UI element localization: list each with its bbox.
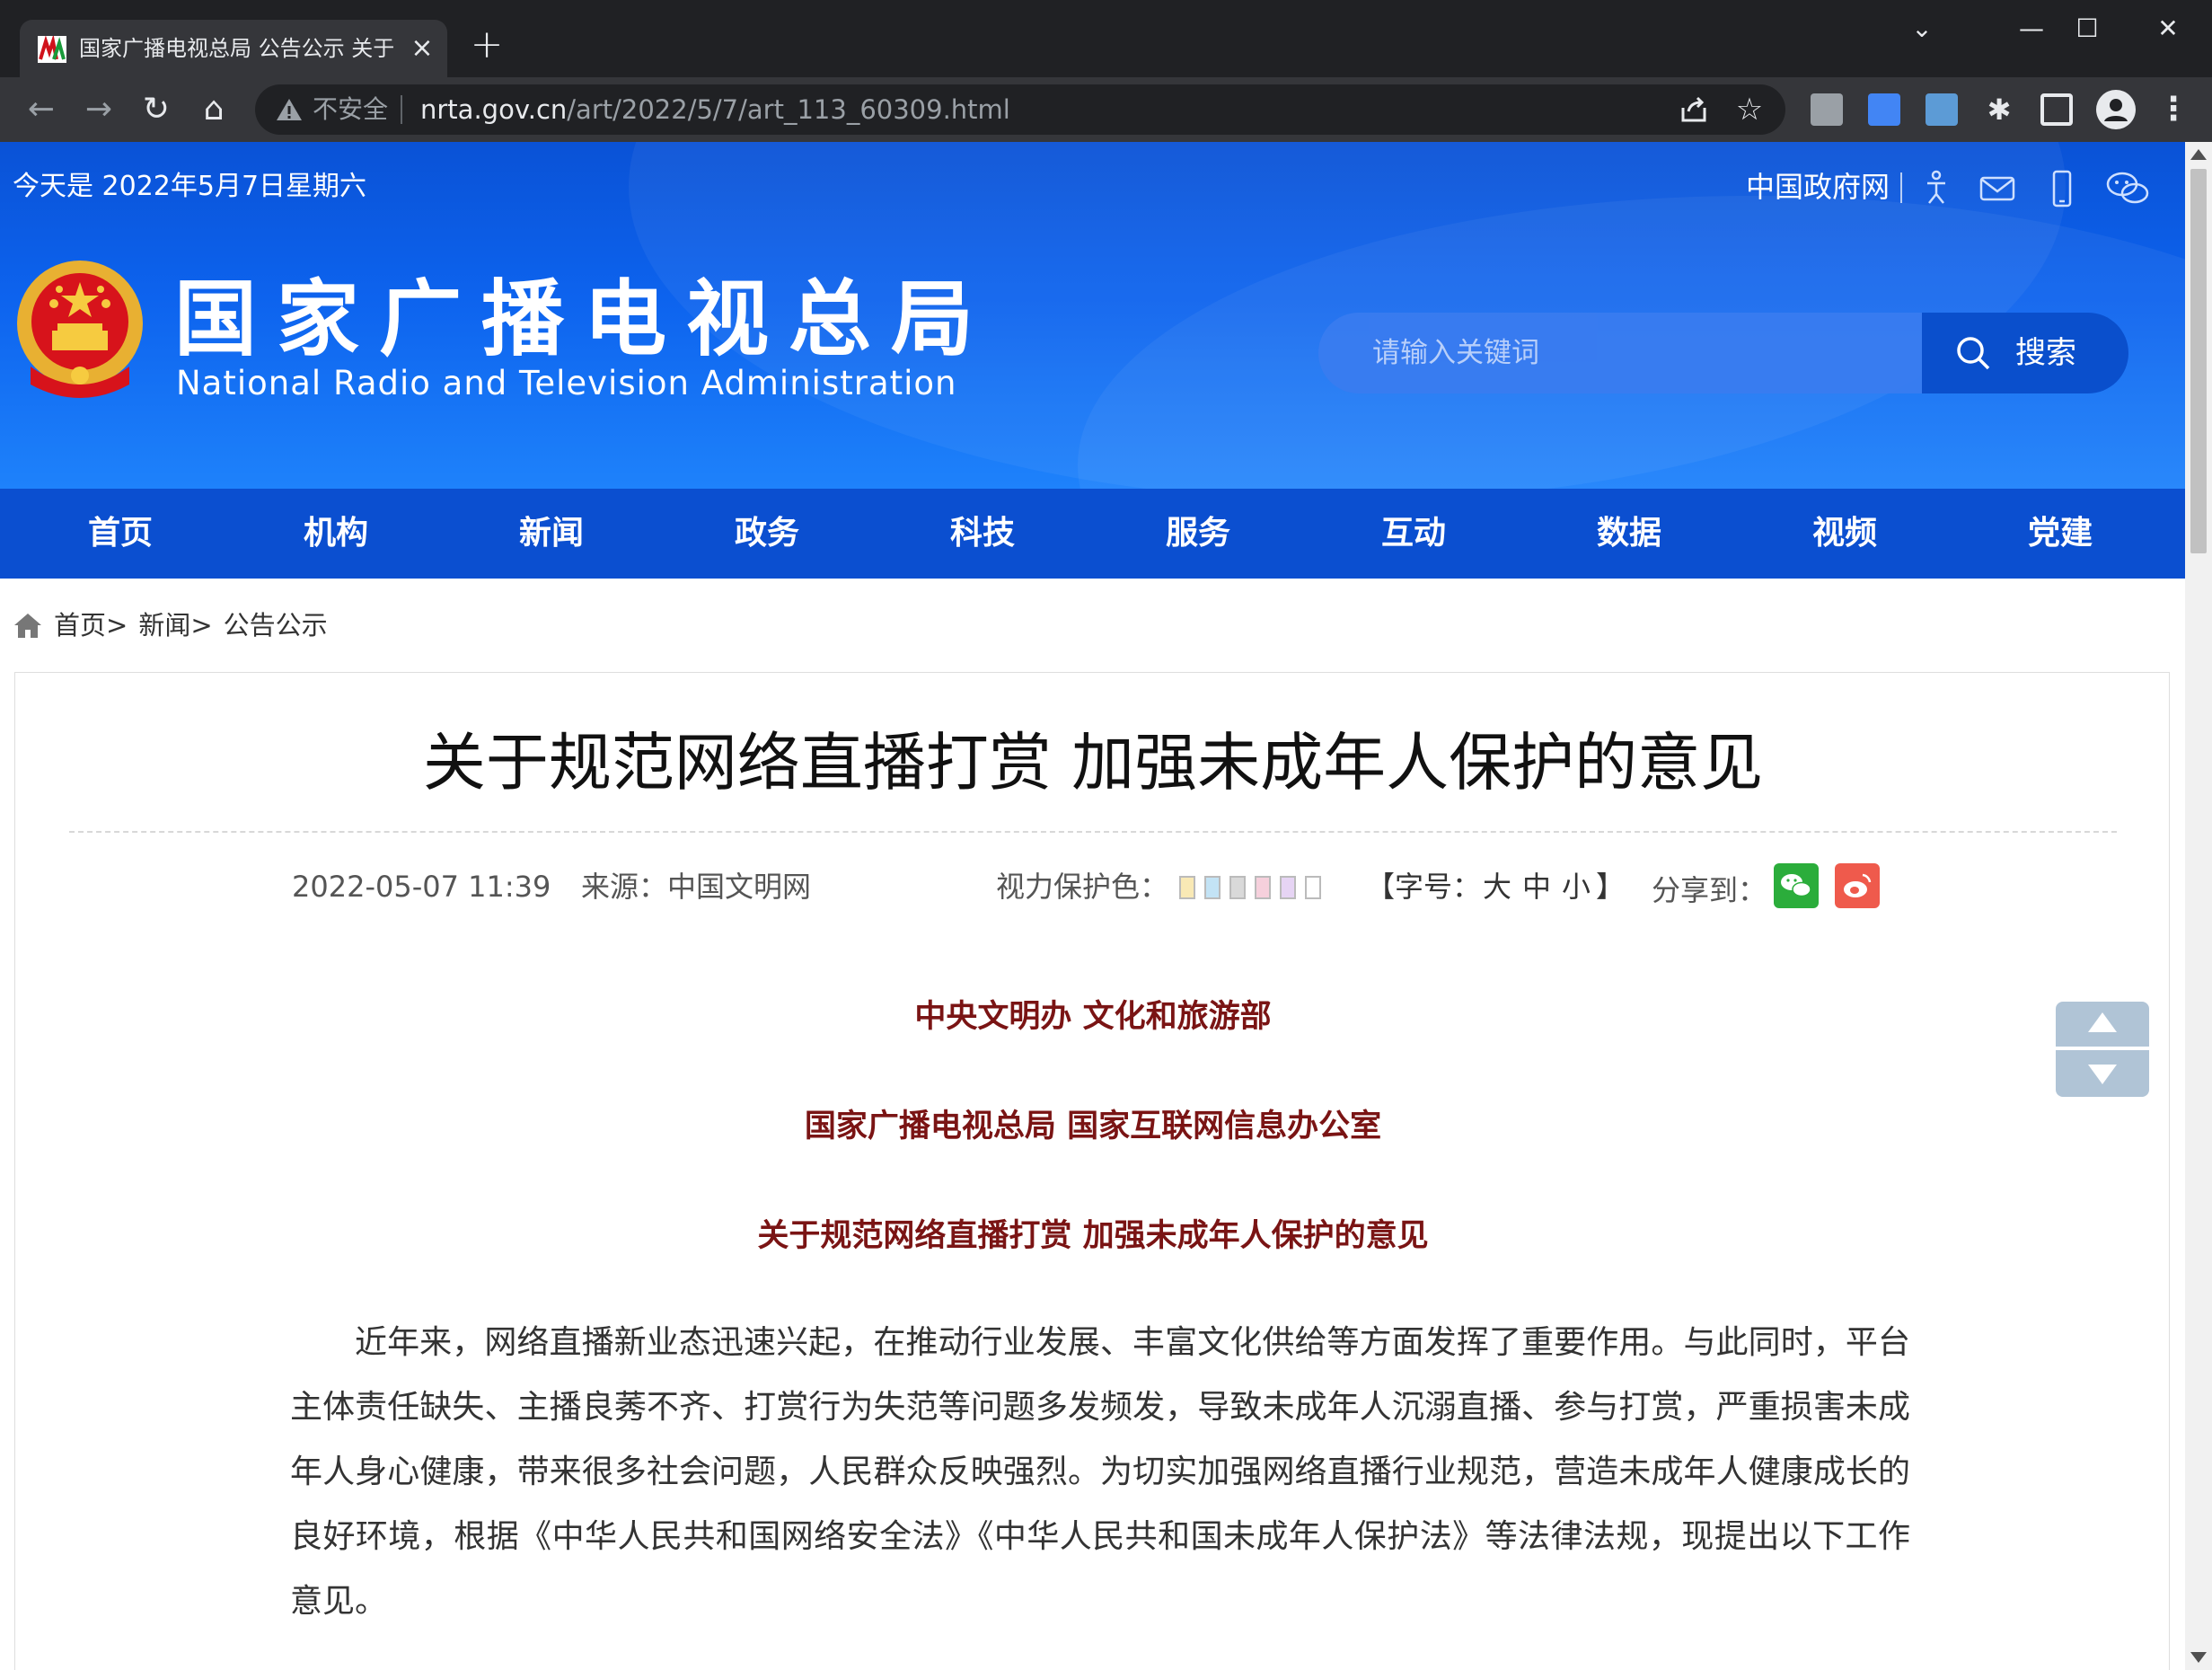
share-wechat-button[interactable]: [1774, 863, 1819, 908]
maximize-button[interactable]: ☐: [2060, 11, 2114, 47]
new-tab-button[interactable]: +: [469, 25, 505, 65]
eye-color-swatch[interactable]: [1255, 876, 1271, 899]
scrollbar-up-arrow-icon[interactable]: [2190, 149, 2207, 160]
font-size-medium-button[interactable]: 中: [1522, 867, 1551, 906]
eye-color-swatch[interactable]: [1305, 876, 1321, 899]
arrow-down-icon: [2088, 1065, 2117, 1084]
nav-item-government-affairs[interactable]: 政务: [677, 489, 857, 579]
forward-button[interactable]: →: [75, 86, 122, 133]
title-divider: [69, 831, 2117, 833]
document-subtitle: 关于规范网络直播打赏 加强未成年人保护的意见: [757, 1218, 1429, 1254]
person-icon: [2104, 99, 2128, 121]
breadcrumb-news[interactable]: 新闻>: [138, 610, 212, 641]
eye-color-swatch[interactable]: [1179, 876, 1195, 899]
article-panel: 关于规范网络直播打赏 加强未成年人保护的意见 2022-05-07 11:39 …: [14, 672, 2170, 1670]
nav-item-organization[interactable]: 机构: [246, 489, 426, 579]
translate-extension-icon[interactable]: [1868, 93, 1900, 126]
breadcrumb: 首页> 新闻> 公告公示: [13, 607, 328, 643]
weibo-share-icon: [1844, 873, 1872, 897]
nav-item-data[interactable]: 数据: [1539, 489, 1719, 579]
site-favicon-icon: [38, 36, 66, 63]
home-button[interactable]: ⌂: [190, 86, 237, 133]
site-title-chinese: 国家广播电视总局: [174, 270, 994, 367]
current-date: 今天是 2022年5月7日星期六: [13, 171, 367, 202]
search-button[interactable]: 搜索: [1922, 313, 2128, 393]
nav-item-home[interactable]: 首页: [31, 489, 210, 579]
nav-item-services[interactable]: 服务: [1108, 489, 1288, 579]
eye-color-swatch[interactable]: [1204, 876, 1221, 899]
font-size-small-button[interactable]: 小: [1562, 867, 1591, 906]
address-bar[interactable]: 不安全 nrta.gov.cn/art/2022/5/7/art_113_603…: [255, 84, 1785, 135]
tab-close-icon[interactable]: ×: [406, 32, 438, 65]
nav-item-video[interactable]: 视频: [1755, 489, 1934, 579]
scrollbar-down-arrow-icon[interactable]: [2190, 1652, 2207, 1663]
article-source: 来源：中国文明网: [581, 870, 812, 904]
nav-item-news[interactable]: 新闻: [462, 489, 641, 579]
page-scrollbar[interactable]: [2185, 142, 2212, 1670]
upload-extension-icon[interactable]: [1926, 93, 1958, 126]
nav-item-party[interactable]: 党建: [1970, 489, 2150, 579]
font-size-bracket: 】: [1596, 870, 1626, 904]
wechat-share-icon: [1781, 874, 1811, 897]
nav-item-technology[interactable]: 科技: [893, 489, 1072, 579]
share-weibo-button[interactable]: [1835, 863, 1880, 908]
omnibox-divider: [401, 95, 402, 124]
back-button[interactable]: ←: [18, 86, 65, 133]
extension-image-icon[interactable]: [1811, 93, 1843, 126]
national-emblem-icon: [17, 261, 143, 398]
eye-color-swatch[interactable]: [1280, 876, 1296, 899]
mail-icon[interactable]: [1978, 169, 2017, 208]
issuing-authorities-line: 中央文明办 文化和旅游部: [914, 999, 1272, 1035]
search-box: [1318, 313, 1924, 393]
share-label: 分享到：: [1652, 873, 1767, 907]
tab-search-chevron-icon[interactable]: ⌄: [1895, 11, 1949, 47]
url-text[interactable]: nrta.gov.cn/art/2022/5/7/art_113_60309.h…: [420, 93, 1010, 126]
publish-date: 2022-05-07 11:39: [292, 870, 551, 904]
browser-menu-icon[interactable]: ⋮: [2157, 90, 2190, 129]
home-icon: [14, 614, 41, 638]
url-path: /art/2022/5/7/art_113_60309.html: [567, 94, 1010, 125]
search-input[interactable]: [1372, 331, 1893, 376]
page-viewport: 今天是 2022年5月7日星期六 中国政府网 国家广播电视总局 National…: [0, 142, 2212, 1670]
site-title-english: National Radio and Television Administra…: [176, 364, 957, 402]
close-window-button[interactable]: ✕: [2141, 11, 2195, 47]
accessibility-icon[interactable]: [1917, 169, 1956, 208]
main-navigation: 首页 机构 新闻 政务 科技 服务 互动 数据 视频 党建: [0, 489, 2185, 579]
browser-tab-strip: 国家广播电视总局 公告公示 关于 × + ⌄ — ☐ ✕: [0, 0, 2212, 77]
gov-portal-link[interactable]: 中国政府网: [1746, 169, 1890, 205]
header-divider: [1900, 172, 1902, 203]
font-size-large-button[interactable]: 大: [1483, 867, 1511, 906]
breadcrumb-announcements[interactable]: 公告公示: [224, 610, 328, 641]
article-body-paragraph: 近年来，网络直播新业态迅速兴起，在推动行业发展、丰富文化供给等方面发挥了重要作用…: [290, 1324, 1910, 1620]
url-domain: nrta.gov.cn: [420, 94, 568, 125]
reload-button[interactable]: ↻: [133, 86, 180, 133]
nav-item-interaction[interactable]: 互动: [1324, 489, 1503, 579]
eye-color-swatch[interactable]: [1229, 876, 1246, 899]
site-header: 今天是 2022年5月7日星期六 中国政府网 国家广播电视总局 National…: [0, 142, 2185, 489]
scroll-to-bottom-button[interactable]: [2056, 1050, 2149, 1097]
profile-avatar[interactable]: [2096, 90, 2136, 129]
mobile-icon[interactable]: [2042, 169, 2082, 208]
extensions-puzzle-icon[interactable]: ✱: [1983, 93, 2015, 126]
bookmark-star-icon[interactable]: ☆: [1732, 92, 1767, 128]
search-button-label: 搜索: [2015, 335, 2076, 371]
minimize-button[interactable]: —: [2005, 11, 2058, 47]
issuing-authorities-line: 国家广播电视总局 国家互联网信息办公室: [804, 1109, 1382, 1144]
share-page-icon[interactable]: [1678, 93, 1710, 126]
security-status-label[interactable]: 不安全: [313, 93, 388, 126]
side-panel-icon[interactable]: [2040, 93, 2073, 126]
article-title: 关于规范网络直播打赏 加强未成年人保护的意见: [422, 726, 1764, 800]
eye-protection-label: 视力保护色：: [996, 870, 1169, 904]
tab-title: 国家广播电视总局 公告公示 关于: [79, 36, 395, 61]
browser-toolbar: ← → ↻ ⌂ 不安全 nrta.gov.cn/art/2022/5/7/art…: [0, 77, 2212, 142]
breadcrumb-home[interactable]: 首页>: [54, 610, 128, 641]
browser-tab[interactable]: 国家广播电视总局 公告公示 关于 ×: [20, 20, 447, 77]
search-icon: [1957, 337, 1990, 370]
scrollbar-thumb[interactable]: [2190, 169, 2207, 553]
wechat-icon[interactable]: [2105, 169, 2152, 208]
font-size-label: 【字号：: [1366, 870, 1482, 904]
not-secure-warning-icon[interactable]: [273, 93, 305, 126]
